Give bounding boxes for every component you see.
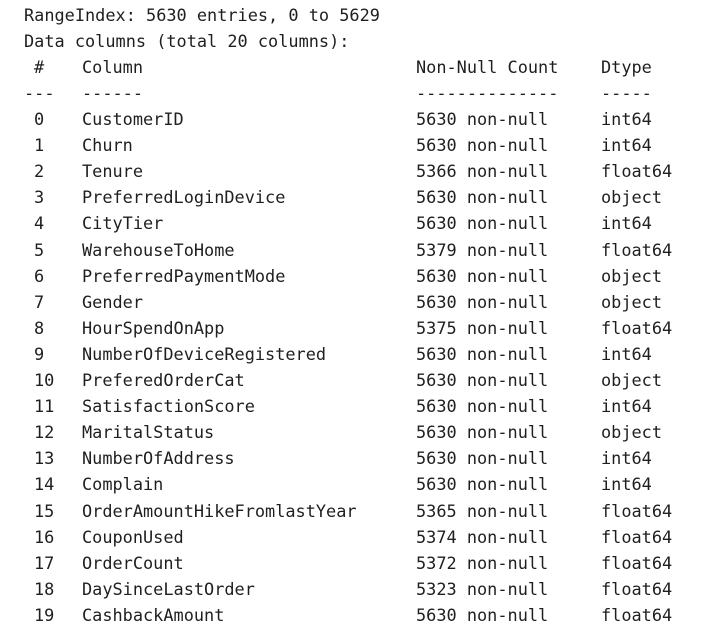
- row-dtype: object: [601, 265, 663, 286]
- row-index: 8: [34, 317, 45, 338]
- row-dtype: object: [601, 370, 663, 390]
- row-index: 15: [34, 500, 55, 521]
- range-index-line: RangeIndex: 5630 entries, 0 to 5629: [24, 5, 380, 25]
- row-non-null-count: 5374 non-null: [416, 526, 549, 547]
- row-non-null-count: 5630 non-null: [416, 187, 549, 208]
- header-dtype: Dtype: [601, 57, 652, 77]
- row-column-name: CashbackAmount: [82, 604, 225, 625]
- row-dtype: object: [601, 187, 663, 208]
- row-dtype: int64: [601, 448, 652, 469]
- row-column-name: CouponUsed: [82, 526, 184, 547]
- row-non-null-count: 5630 non-null: [416, 474, 549, 495]
- row-index: 4: [34, 213, 45, 234]
- row-index: 18: [34, 578, 55, 599]
- row-column-name: NumberOfDeviceRegistered: [82, 343, 327, 364]
- table-separator: --- ------ -------------- -----: [24, 80, 652, 106]
- table-header: # Column Non-Null Count Dtype: [24, 54, 652, 80]
- data-columns-line: Data columns (total 20 columns):: [24, 31, 350, 51]
- row-index: 11: [34, 396, 55, 417]
- row-dtype: float64: [601, 526, 673, 547]
- row-column-name: CustomerID: [82, 109, 184, 129]
- dataframe-info-output: RangeIndex: 5630 entries, 0 to 5629 Data…: [0, 0, 703, 633]
- header-index: #: [34, 57, 45, 77]
- row-dtype: int64: [601, 213, 652, 234]
- row-non-null-count: 5630 non-null: [416, 291, 549, 312]
- row-non-null-count: 5366 non-null: [416, 161, 549, 182]
- row-index: 17: [34, 552, 55, 573]
- row-non-null-count: 5365 non-null: [416, 500, 549, 521]
- row-dtype: float64: [601, 500, 673, 521]
- row-column-name: MaritalStatus: [82, 422, 215, 443]
- row-column-name: PreferredLoginDevice: [82, 187, 286, 208]
- row-dtype: int64: [601, 343, 652, 364]
- row-index: 14: [34, 474, 55, 495]
- row-dtype: object: [601, 291, 663, 312]
- row-non-null-count: 5630 non-null: [416, 448, 549, 469]
- row-non-null-count: 5630 non-null: [416, 109, 549, 129]
- row-non-null-count: 5375 non-null: [416, 317, 549, 338]
- row-column-name: Churn: [82, 135, 133, 156]
- separator-column: ------: [82, 83, 144, 103]
- row-non-null-count: 5630 non-null: [416, 343, 549, 364]
- row-dtype: float64: [601, 161, 673, 182]
- header-non-null-count: Non-Null Count: [416, 57, 559, 77]
- row-non-null-count: 5630 non-null: [416, 213, 549, 234]
- row-dtype: int64: [601, 135, 652, 156]
- row-column-name: OrderCount: [82, 552, 184, 573]
- row-index: 16: [34, 526, 55, 547]
- row-column-name: Gender: [82, 291, 144, 312]
- row-non-null-count: 5630 non-null: [416, 604, 549, 625]
- row-column-name: DaySinceLastOrder: [82, 578, 255, 599]
- row-index: 2: [34, 161, 45, 182]
- separator-index: ---: [24, 83, 55, 103]
- row-index: 1: [34, 135, 45, 156]
- row-index: 5: [34, 239, 45, 260]
- row-non-null-count: 5630 non-null: [416, 370, 549, 390]
- row-index: 19: [34, 604, 55, 625]
- row-column-name: SatisfactionScore: [82, 396, 255, 417]
- row-column-name: HourSpendOnApp: [82, 317, 225, 338]
- row-column-name: OrderAmountHikeFromlastYear: [82, 500, 357, 521]
- row-index: 13: [34, 448, 55, 469]
- row-index: 7: [34, 291, 45, 312]
- row-column-name: WarehouseToHome: [82, 239, 235, 260]
- row-dtype: float64: [601, 578, 673, 599]
- row-non-null-count: 5630 non-null: [416, 422, 549, 443]
- row-non-null-count: 5630 non-null: [416, 265, 549, 286]
- separator-dtype: -----: [601, 83, 652, 103]
- row-dtype: float64: [601, 552, 673, 573]
- row-column-name: CityTier: [82, 213, 164, 234]
- row-column-name: Complain: [82, 474, 164, 495]
- row-column-name: PreferedOrderCat: [82, 370, 245, 390]
- separator-non-null-count: --------------: [416, 83, 559, 103]
- row-non-null-count: 5379 non-null: [416, 239, 549, 260]
- row-dtype: int64: [601, 474, 652, 495]
- row-index: 0: [34, 109, 45, 129]
- row-dtype: int64: [601, 396, 652, 417]
- row-dtype: int64: [601, 109, 652, 129]
- row-column-name: PreferredPaymentMode: [82, 265, 286, 286]
- row-column-name: Tenure: [82, 161, 144, 182]
- row-index: 6: [34, 265, 45, 286]
- row-index: 12: [34, 422, 55, 443]
- row-dtype: float64: [601, 604, 673, 625]
- row-dtype: float64: [601, 317, 673, 338]
- row-non-null-count: 5630 non-null: [416, 396, 549, 417]
- row-non-null-count: 5323 non-null: [416, 578, 549, 599]
- row-index: 10: [34, 370, 55, 390]
- row-non-null-count: 5630 non-null: [416, 135, 549, 156]
- row-index: 9: [34, 343, 45, 364]
- row-non-null-count: 5372 non-null: [416, 552, 549, 573]
- row-dtype: object: [601, 422, 663, 443]
- header-column: Column: [82, 57, 144, 77]
- row-column-name: NumberOfAddress: [82, 448, 235, 469]
- row-dtype: float64: [601, 239, 673, 260]
- row-index: 3: [34, 187, 45, 208]
